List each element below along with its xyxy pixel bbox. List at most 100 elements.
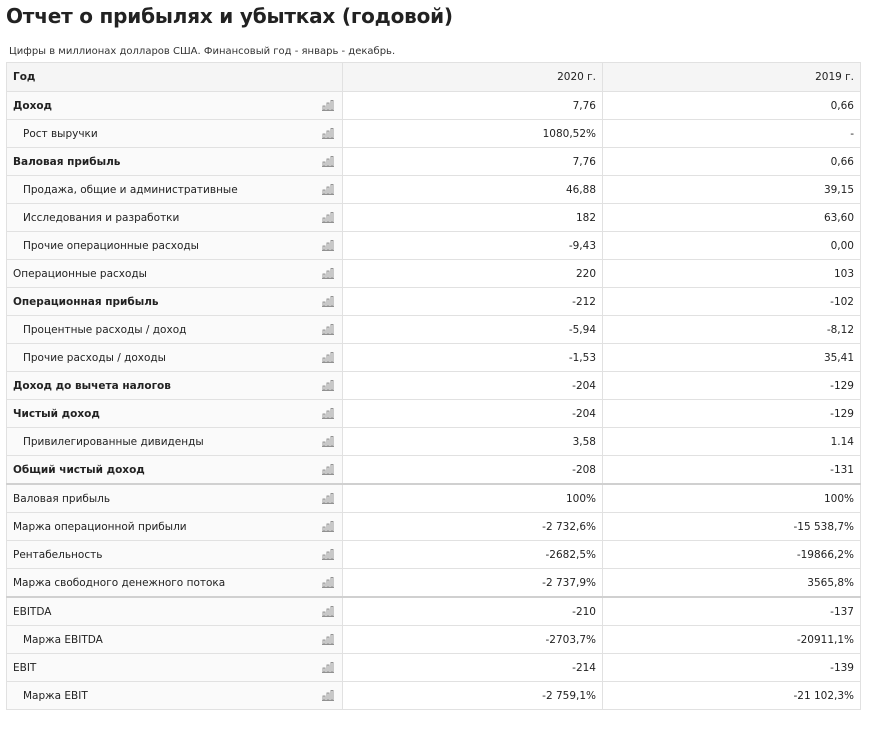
- row-label: Маржа EBIT: [23, 689, 88, 702]
- header-year-2020[interactable]: 2020 г.: [342, 62, 603, 92]
- bar-chart-icon[interactable]: [322, 268, 334, 279]
- page-title: Отчет о прибылях и убытках (годовой): [6, 4, 453, 28]
- bar-chart-icon[interactable]: [322, 464, 334, 475]
- row-value-2020: -210: [342, 596, 603, 626]
- row-value-2020: 100%: [342, 483, 603, 513]
- table-row: Валовая прибыль 100% 100%: [6, 483, 861, 513]
- row-label: Валовая прибыль: [13, 155, 121, 168]
- row-label: Маржа операционной прибыли: [13, 520, 187, 533]
- bar-chart-icon[interactable]: [322, 324, 334, 335]
- bar-chart-icon[interactable]: [322, 436, 334, 447]
- row-value-2019: 0,66: [602, 91, 861, 120]
- row-value-2020: -2 759,1%: [342, 681, 603, 710]
- row-label: Продажа, общие и административные: [23, 183, 238, 196]
- bar-chart-icon[interactable]: [322, 606, 334, 617]
- bar-chart-icon[interactable]: [322, 184, 334, 195]
- table-row: Рост выручки 1080,52% -: [6, 119, 861, 148]
- row-label-cell: Общий чистый доход: [6, 455, 343, 485]
- row-value-2019: 100%: [602, 483, 861, 513]
- bar-chart-icon[interactable]: [322, 212, 334, 223]
- header-label: Год: [6, 62, 343, 92]
- table-row: Маржа EBITDA -2703,7% -20911,1%: [6, 625, 861, 654]
- row-label: Чистый доход: [13, 407, 100, 420]
- bar-chart-icon[interactable]: [322, 634, 334, 645]
- bar-chart-icon[interactable]: [322, 662, 334, 673]
- row-label-cell: Операционная прибыль: [6, 287, 343, 316]
- bar-chart-icon[interactable]: [322, 690, 334, 701]
- bar-chart-icon[interactable]: [322, 296, 334, 307]
- row-label: Прочие расходы / доходы: [23, 351, 166, 364]
- row-value-2020: -212: [342, 287, 603, 316]
- table-row: EBIT -214 -139: [6, 653, 861, 682]
- bar-chart-icon[interactable]: [322, 156, 334, 167]
- row-label: Доход до вычета налогов: [13, 379, 171, 392]
- row-value-2019: -19866,2%: [602, 540, 861, 569]
- table-row: Процентные расходы / доход -5,94 -8,12: [6, 315, 861, 344]
- row-value-2020: -2 737,9%: [342, 568, 603, 598]
- row-label-cell: Привилегированные дивиденды: [6, 427, 343, 456]
- table-row: EBITDA -210 -137: [6, 596, 861, 626]
- row-value-2019: 0,00: [602, 231, 861, 260]
- table-row: Доход 7,76 0,66: [6, 91, 861, 120]
- row-value-2020: -208: [342, 455, 603, 485]
- table-row: Валовая прибыль 7,76 0,66: [6, 147, 861, 176]
- row-value-2019: -20911,1%: [602, 625, 861, 654]
- table-row: Прочие операционные расходы -9,43 0,00: [6, 231, 861, 260]
- row-label-cell: Доход: [6, 91, 343, 120]
- row-value-2020: -214: [342, 653, 603, 682]
- header-year-2019[interactable]: 2019 г.: [602, 62, 861, 92]
- row-label: Исследования и разработки: [23, 211, 180, 224]
- bar-chart-icon[interactable]: [322, 240, 334, 251]
- row-value-2020: 220: [342, 259, 603, 288]
- row-label: Процентные расходы / доход: [23, 323, 187, 336]
- row-value-2020: -204: [342, 371, 603, 400]
- table-row: Доход до вычета налогов -204 -129: [6, 371, 861, 400]
- row-value-2020: 46,88: [342, 175, 603, 204]
- table-row: Маржа свободного денежного потока -2 737…: [6, 568, 861, 598]
- row-label: Операционная прибыль: [13, 295, 159, 308]
- row-value-2019: -129: [602, 399, 861, 428]
- table-row: Привилегированные дивиденды 3,58 1.14: [6, 427, 861, 456]
- row-value-2020: 1080,52%: [342, 119, 603, 148]
- bar-chart-icon[interactable]: [322, 380, 334, 391]
- table-row: Исследования и разработки 182 63,60: [6, 203, 861, 232]
- row-value-2020: 7,76: [342, 91, 603, 120]
- row-label: Привилегированные дивиденды: [23, 435, 204, 448]
- row-label-cell: Чистый доход: [6, 399, 343, 428]
- table-row: Операционные расходы 220 103: [6, 259, 861, 288]
- row-value-2019: -139: [602, 653, 861, 682]
- row-value-2019: -8,12: [602, 315, 861, 344]
- row-label-cell: Исследования и разработки: [6, 203, 343, 232]
- row-label-cell: Маржа EBITDA: [6, 625, 343, 654]
- row-label: Рост выручки: [23, 127, 98, 140]
- bar-chart-icon[interactable]: [322, 352, 334, 363]
- row-label-cell: Операционные расходы: [6, 259, 343, 288]
- row-label: Валовая прибыль: [13, 492, 111, 505]
- row-label: Маржа свободного денежного потока: [13, 576, 226, 589]
- bar-chart-icon[interactable]: [322, 577, 334, 588]
- row-label-cell: EBITDA: [6, 596, 343, 626]
- bar-chart-icon[interactable]: [322, 493, 334, 504]
- table-header-row: Год 2020 г. 2019 г.: [6, 62, 861, 92]
- row-value-2020: -1,53: [342, 343, 603, 372]
- table-row: Маржа операционной прибыли -2 732,6% -15…: [6, 512, 861, 541]
- bar-chart-icon[interactable]: [322, 408, 334, 419]
- row-label-cell: Рост выручки: [6, 119, 343, 148]
- row-value-2020: -204: [342, 399, 603, 428]
- row-value-2019: -131: [602, 455, 861, 485]
- row-label-cell: Валовая прибыль: [6, 483, 343, 513]
- bar-chart-icon[interactable]: [322, 100, 334, 111]
- row-value-2020: -2703,7%: [342, 625, 603, 654]
- bar-chart-icon[interactable]: [322, 128, 334, 139]
- row-value-2019: -21 102,3%: [602, 681, 861, 710]
- row-label: Прочие операционные расходы: [23, 239, 199, 252]
- row-label-cell: Прочие расходы / доходы: [6, 343, 343, 372]
- row-label-cell: Прочие операционные расходы: [6, 231, 343, 260]
- table-row: Продажа, общие и административные 46,88 …: [6, 175, 861, 204]
- table-row: Общий чистый доход -208 -131: [6, 455, 861, 485]
- row-value-2019: -137: [602, 596, 861, 626]
- row-value-2020: -2 732,6%: [342, 512, 603, 541]
- bar-chart-icon[interactable]: [322, 549, 334, 560]
- bar-chart-icon[interactable]: [322, 521, 334, 532]
- row-value-2020: -2682,5%: [342, 540, 603, 569]
